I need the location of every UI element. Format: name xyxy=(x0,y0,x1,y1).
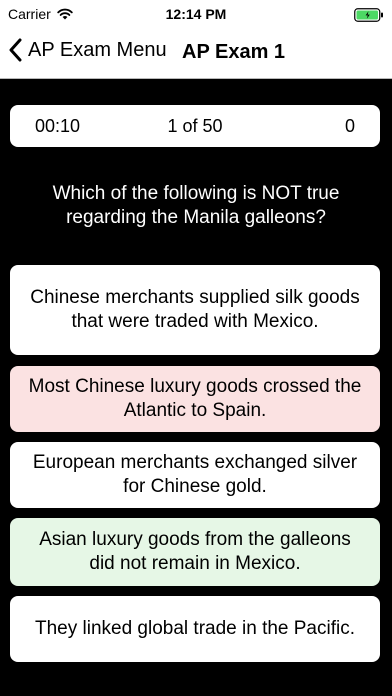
navigation-bar: AP Exam Menu AP Exam 1 xyxy=(0,28,392,79)
score-display: 0 xyxy=(344,116,355,136)
answer-option-5[interactable]: They linked global trade in the Pacific. xyxy=(10,596,380,662)
exam-stats-bar: 00:10 1 of 50 0 xyxy=(10,105,380,147)
battery-icon xyxy=(354,8,383,22)
answer-option-1[interactable]: Chinese merchants supplied silk goods th… xyxy=(10,265,380,355)
answer-option-4[interactable]: Asian luxury goods from the galleons did… xyxy=(10,518,380,586)
answer-option-2[interactable]: Most Chinese luxury goods crossed the At… xyxy=(10,366,380,432)
page-title: AP Exam 1 xyxy=(182,41,286,63)
answer-option-label: European merchants exchanged silver for … xyxy=(32,452,358,497)
answer-option-label: Most Chinese luxury goods crossed the At… xyxy=(28,376,362,421)
answer-option-3[interactable]: European merchants exchanged silver for … xyxy=(10,442,380,508)
back-button[interactable]: AP Exam Menu xyxy=(8,38,167,62)
status-bar: Carrier 12:14 PM xyxy=(0,0,392,28)
answer-option-label: They linked global trade in the Pacific. xyxy=(34,618,355,639)
back-button-label: AP Exam Menu xyxy=(28,38,167,61)
question-text: Which of the following is NOT true regar… xyxy=(52,183,340,228)
answer-option-label: Asian luxury goods from the galleons did… xyxy=(39,529,351,574)
chevron-left-icon xyxy=(9,38,22,62)
question-progress: 1 of 50 xyxy=(167,116,223,136)
answer-option-label: Chinese merchants supplied silk goods th… xyxy=(30,287,360,332)
status-time: 12:14 PM xyxy=(165,6,227,22)
